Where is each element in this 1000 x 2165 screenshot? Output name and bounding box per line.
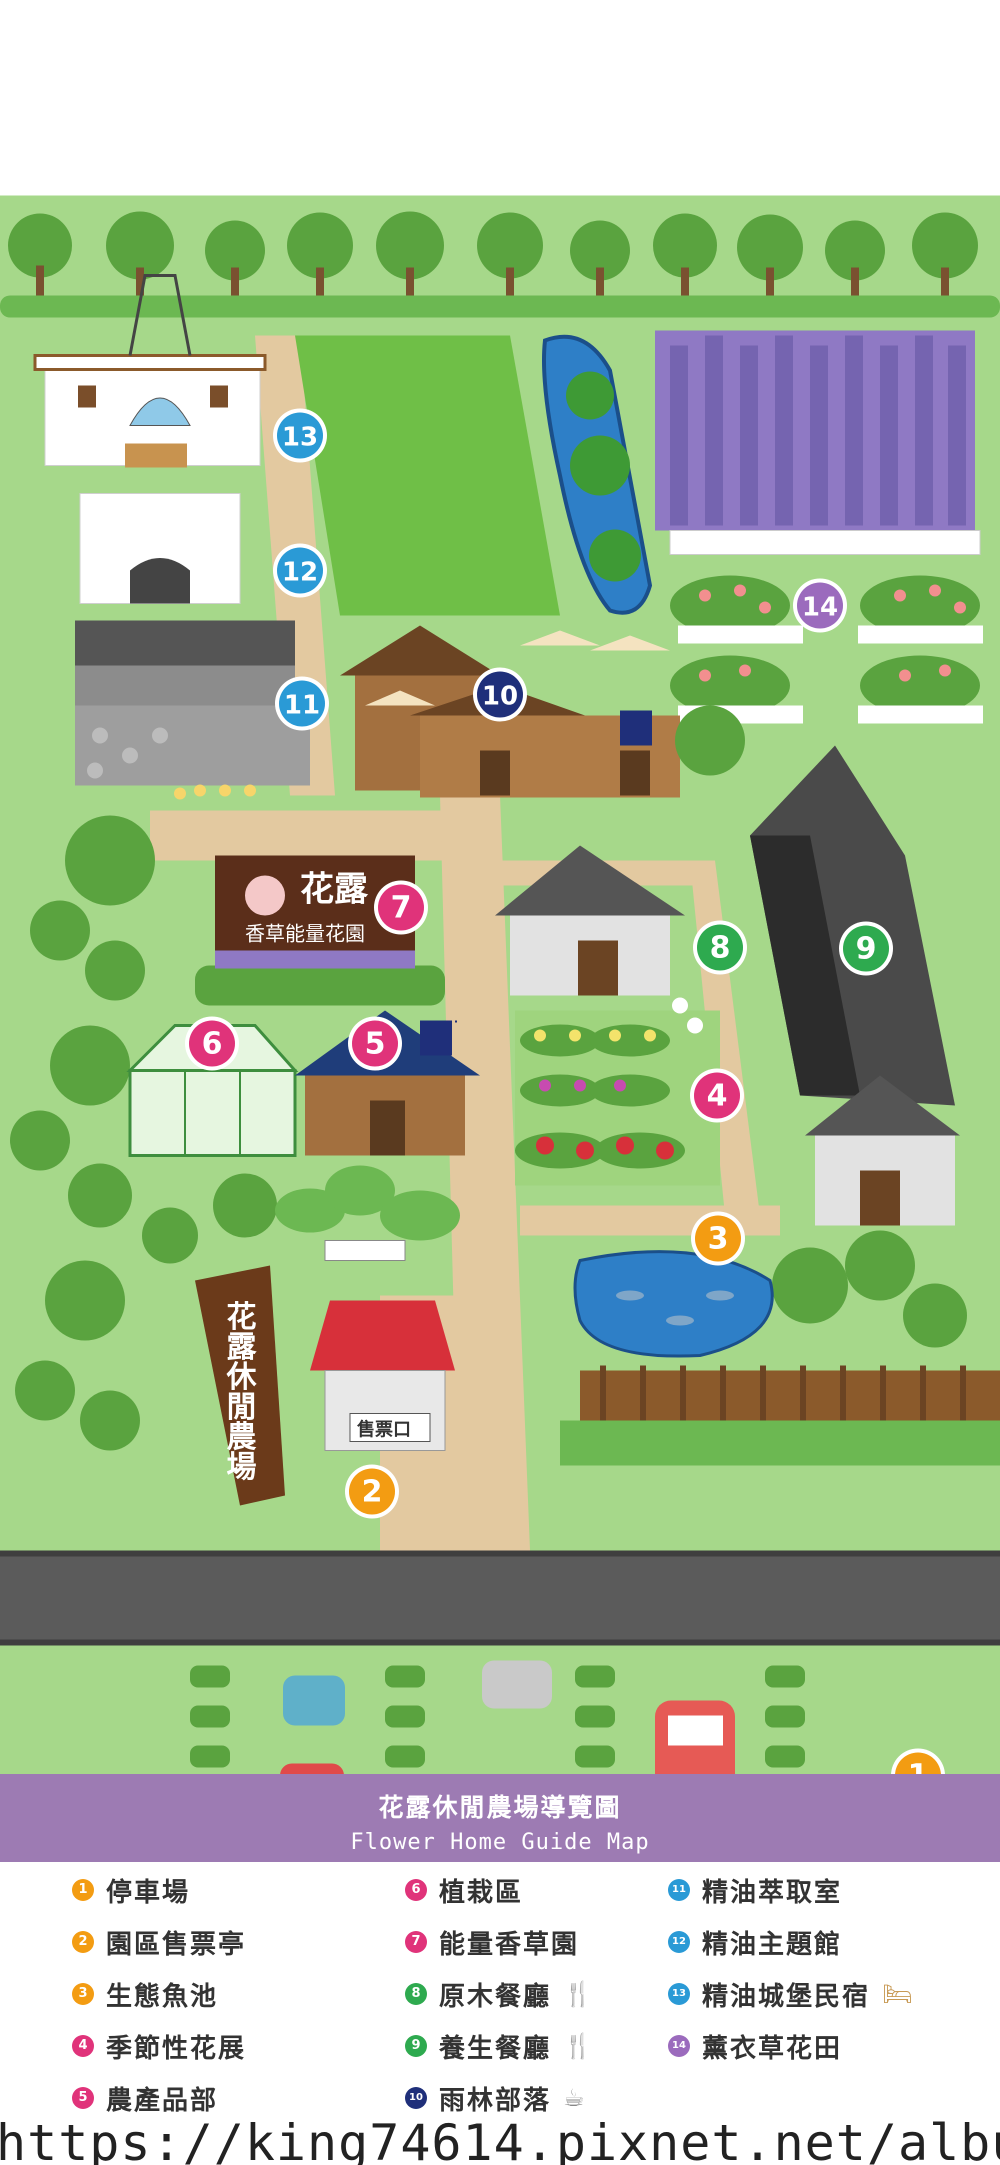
- location-badge-8: 8: [693, 920, 747, 975]
- lavender-field: [655, 330, 981, 555]
- location-badge-13: 13: [273, 408, 327, 463]
- legend-number: 1: [72, 1879, 94, 1901]
- location-badge-number: 9: [856, 932, 877, 967]
- legend-number: 8: [405, 1983, 427, 2005]
- legend-label: 精油城堡民宿: [702, 1981, 871, 2012]
- legend-number: 4: [72, 2035, 94, 2057]
- location-badge-number: 12: [282, 558, 318, 588]
- herb-garden-title: 花露: [300, 870, 369, 910]
- legend-item-11: 11 精油萃取室: [668, 1870, 842, 1910]
- legend-item-14: 14 薰衣草花田: [668, 2026, 842, 2066]
- location-badge-number: 11: [284, 691, 320, 721]
- location-badge-number: 5: [365, 1027, 386, 1062]
- watermark-url: https://king74614.pixnet.net/album: [0, 2118, 1000, 2165]
- legend-number: 10: [405, 2087, 427, 2109]
- legend-number: 11: [668, 1879, 690, 1901]
- location-badge-5: 5: [348, 1016, 402, 1071]
- location-badge-number: 6: [202, 1027, 223, 1062]
- title-banner: 花露休閒農場導覽圖 Flower Home Guide Map: [0, 1774, 1000, 1862]
- legend-item-9: 9 養生餐廳 🍴: [405, 2026, 593, 2066]
- legend-number: 9: [405, 2035, 427, 2057]
- map-title: 花露休閒農場導覽圖: [378, 1793, 622, 1822]
- location-badge-7: 7: [374, 880, 428, 935]
- legend-item-7: 7 能量香草園: [405, 1922, 579, 1962]
- legend-number: 6: [405, 1879, 427, 1901]
- legend-label: 停車場: [106, 1877, 191, 1908]
- location-badge-number: 13: [282, 423, 318, 453]
- watermark-url-text: https://king74614.pixnet.net/album: [0, 2118, 1000, 2165]
- location-badge-number: 4: [707, 1079, 728, 1114]
- legend-item-13: 13 精油城堡民宿 🛏: [668, 1974, 912, 2014]
- bench: [324, 1240, 406, 1261]
- legend-label: 園區售票亭: [106, 1929, 247, 1960]
- legend-item-5: 5 農產品部: [72, 2078, 218, 2118]
- location-badge-number: 2: [362, 1475, 383, 1510]
- legend-label: 養生餐廳: [439, 2033, 552, 2064]
- legend-item-3: 3 生態魚池: [72, 1974, 218, 2014]
- legend-label: 能量香草園: [439, 1929, 580, 1960]
- extraction-room: [75, 620, 310, 800]
- legend-item-4: 4 季節性花展: [72, 2026, 246, 2066]
- legend-number: 3: [72, 1983, 94, 2005]
- fork-knife-icon: 🍴: [563, 1980, 593, 2008]
- legend-number: 5: [72, 2087, 94, 2109]
- legend-label: 原木餐廳: [439, 1981, 552, 2012]
- location-badge-10: 10: [473, 667, 527, 722]
- location-badge-6: 6: [185, 1016, 239, 1071]
- location-badge-11: 11: [275, 676, 329, 731]
- legend-label: 植栽區: [439, 1877, 524, 1908]
- location-badge-9: 9: [839, 921, 893, 976]
- location-badge-number: 10: [482, 682, 518, 712]
- map-subtitle: Flower Home Guide Map: [350, 1830, 650, 1855]
- location-badge-number: 7: [391, 891, 412, 926]
- bed-icon: 🛏: [882, 1980, 913, 2008]
- road: [0, 1550, 1000, 1646]
- ticket-booth: 售票口: [310, 1300, 455, 1451]
- legend-label: 生態魚池: [106, 1981, 219, 2012]
- legend: 1 停車場 2 園區售票亭 3 生態魚池 4 季節性花展 5 農產品部 6 植栽區 7 能量香草園 8 原木餐…: [0, 1862, 1000, 2124]
- legend-label: 薰衣草花田: [702, 2033, 843, 2064]
- legend-number: 12: [668, 1931, 690, 1953]
- legend-label: 雨林部落: [439, 2085, 552, 2116]
- legend-number: 7: [405, 1931, 427, 1953]
- legend-item-2: 2 園區售票亭: [72, 1922, 246, 1962]
- legend-label: 農產品部: [106, 2085, 219, 2116]
- legend-label: 精油萃取室: [702, 1877, 843, 1908]
- coffee-icon: ☕: [563, 2084, 585, 2112]
- legend-item-10: 10 雨林部落 ☕: [405, 2078, 585, 2118]
- ticket-booth-label: 售票口: [357, 1419, 411, 1441]
- legend-label: 精油主題館: [702, 1929, 843, 1960]
- tree-row-top: [0, 211, 1000, 318]
- location-badge-2: 2: [345, 1464, 399, 1519]
- legend-item-6: 6 植栽區: [405, 1870, 523, 1910]
- legend-item-1: 1 停車場: [72, 1870, 190, 1910]
- legend-label: 季節性花展: [106, 2033, 247, 2064]
- legend-number: 13: [668, 1983, 690, 2005]
- oil-museum: [79, 493, 241, 604]
- legend-number: 2: [72, 1931, 94, 1953]
- location-badge-number: 14: [802, 593, 838, 623]
- flower-display: [515, 997, 720, 1186]
- location-badge-3: 3: [691, 1211, 745, 1266]
- legend-number: 14: [668, 2035, 690, 2057]
- wooden-fence: [560, 1365, 1000, 1466]
- fork-knife-icon: 🍴: [563, 2032, 593, 2060]
- location-badge-14: 14: [793, 578, 847, 633]
- legend-item-12: 12 精油主題館: [668, 1922, 842, 1962]
- location-badge-number: 8: [710, 931, 731, 966]
- location-badge-number: 3: [708, 1222, 729, 1257]
- herb-garden-subtitle: 香草能量花園: [245, 922, 365, 946]
- legend-item-8: 8 原木餐廳 🍴: [405, 1974, 593, 2014]
- location-badge-12: 12: [273, 543, 327, 598]
- location-badge-4: 4: [690, 1068, 744, 1123]
- fish-pond: [573, 1250, 774, 1358]
- farm-name-sign-text: 花露休閒農場: [221, 1301, 258, 1481]
